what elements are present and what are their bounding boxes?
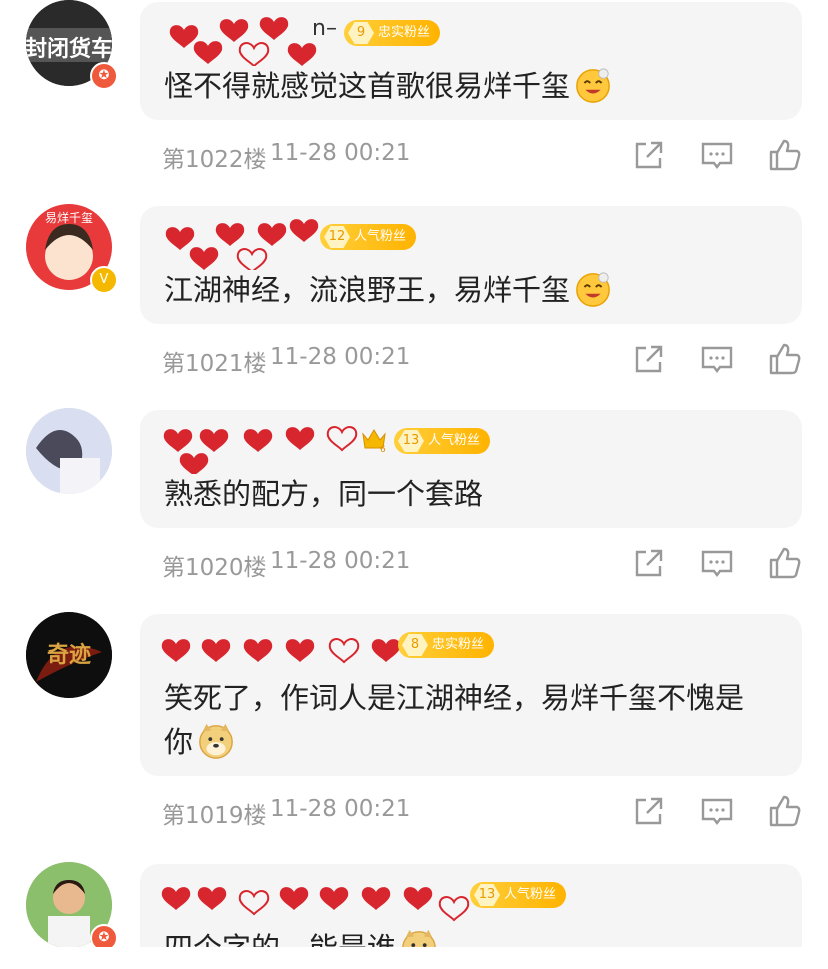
fan-level: 8 (402, 634, 428, 656)
avatar-text: 奇迹 (47, 642, 91, 668)
comment-text-content: 熟悉的配方，同一个套路 (164, 477, 484, 511)
fan-badge: 13 人气粉丝 (470, 882, 567, 908)
floor-number: 第1022楼 (162, 147, 267, 173)
avatar[interactable]: 奇迹 (26, 612, 112, 698)
thumbs-up-icon[interactable] (768, 138, 802, 172)
comment-icon[interactable] (700, 546, 734, 580)
username[interactable]: n– (312, 16, 337, 41)
verified-badge-icon: V (90, 266, 118, 294)
avatar-text: 易烊千玺 (45, 211, 93, 225)
fan-badge: 9 忠实粉丝 (344, 20, 441, 46)
comment-text: 江湖神经，流浪野王，易烊千玺 (164, 268, 778, 312)
comment-text: 熟悉的配方，同一个套路 (164, 472, 778, 516)
smiling-face-icon (576, 68, 610, 103)
comment-actions (624, 794, 804, 828)
thumbs-up-icon[interactable] (768, 546, 802, 580)
fan-level: 13 (398, 430, 424, 452)
fan-label: 忠实粉丝 (378, 25, 431, 40)
bottom-edge (0, 947, 828, 969)
thumbs-up-icon[interactable] (768, 794, 802, 828)
share-icon[interactable] (632, 138, 666, 172)
comment-item: 奇迹 8 忠实粉丝 笑死了，作词人是江湖神经，易烊千玺不愧是 你 第1019楼 … (0, 612, 828, 856)
avatar[interactable] (26, 408, 112, 494)
avatar-image (26, 408, 112, 494)
comment-text-line: 笑死了，作词人是江湖神经，易烊千玺不愧是 (164, 681, 745, 715)
comment-text-content: 江湖神经，流浪野王，易烊千玺 (164, 273, 571, 307)
timestamp: 11-28 00:21 (270, 548, 411, 574)
doge-icon (199, 723, 233, 759)
comment-bubble[interactable]: 6 13 人气粉丝 熟悉的配方，同一个套路 (140, 410, 802, 528)
share-icon[interactable] (632, 546, 666, 580)
username-hearts-icon (161, 887, 470, 922)
comment-icon[interactable] (700, 342, 734, 376)
comment-bubble[interactable]: 12 人气粉丝 江湖神经，流浪野王，易烊千玺 (140, 206, 802, 324)
fan-badge: 12 人气粉丝 (320, 224, 417, 250)
comment-item: 易烊千玺 V 12 人气粉丝 江湖神经，流浪野王，易烊千玺 第1021楼 11-… (0, 204, 828, 404)
fan-level: 9 (348, 22, 374, 44)
fan-label: 忠实粉丝 (432, 637, 485, 652)
comment-text-content: 怪不得就感觉这首歌很易烊千玺 (164, 69, 571, 103)
fan-level: 13 (474, 884, 500, 906)
comment-text: 笑死了，作词人是江湖神经，易烊千玺不愧是 你 (164, 676, 778, 764)
verified-badge-icon: ✪ (90, 62, 118, 90)
avatar-image: 奇迹 (26, 612, 112, 698)
smiling-face-icon (576, 272, 610, 307)
fan-badge: 8 忠实粉丝 (398, 632, 495, 658)
share-icon[interactable] (632, 342, 666, 376)
floor-number: 第1020楼 (162, 555, 267, 581)
comment-icon[interactable] (700, 794, 734, 828)
fan-level: 12 (324, 226, 350, 248)
comment-bubble[interactable]: n– 9 忠实粉丝 怪不得就感觉这首歌很易烊千玺 (140, 2, 802, 120)
fan-badge: 13 人气粉丝 (394, 428, 491, 454)
timestamp: 11-28 00:21 (270, 140, 411, 166)
username-hearts-icon (165, 219, 319, 270)
comment-actions (624, 138, 804, 172)
comment-actions (624, 342, 804, 376)
comment-text-line: 你 (164, 725, 194, 759)
floor-number: 第1021楼 (162, 351, 267, 377)
comment-item: 6 13 人气粉丝 熟悉的配方，同一个套路 第1020楼 11-28 00:21 (0, 408, 828, 608)
avatar-text: 封闭货车 (26, 36, 112, 62)
floor-number: 第1019楼 (162, 803, 267, 829)
fan-label: 人气粉丝 (504, 887, 557, 902)
comment-item: 封闭货车 ✪ n– 9 忠实粉丝 怪不得就感觉这首歌很易烊千玺 第1022楼 1… (0, 0, 828, 200)
crown-icon: 6 (362, 429, 386, 454)
thumbs-up-icon[interactable] (768, 342, 802, 376)
fan-label: 人气粉丝 (428, 433, 481, 448)
fan-label: 人气粉丝 (354, 229, 407, 244)
timestamp: 11-28 00:21 (270, 344, 411, 370)
comment-bubble[interactable]: 8 忠实粉丝 笑死了，作词人是江湖神经，易烊千玺不愧是 你 (140, 614, 802, 776)
crown-level: 6 (380, 445, 386, 454)
comment-icon[interactable] (700, 138, 734, 172)
timestamp: 11-28 00:21 (270, 796, 411, 822)
comment-actions (624, 546, 804, 580)
comment-text: 怪不得就感觉这首歌很易烊千玺 (164, 64, 778, 108)
share-icon[interactable] (632, 794, 666, 828)
